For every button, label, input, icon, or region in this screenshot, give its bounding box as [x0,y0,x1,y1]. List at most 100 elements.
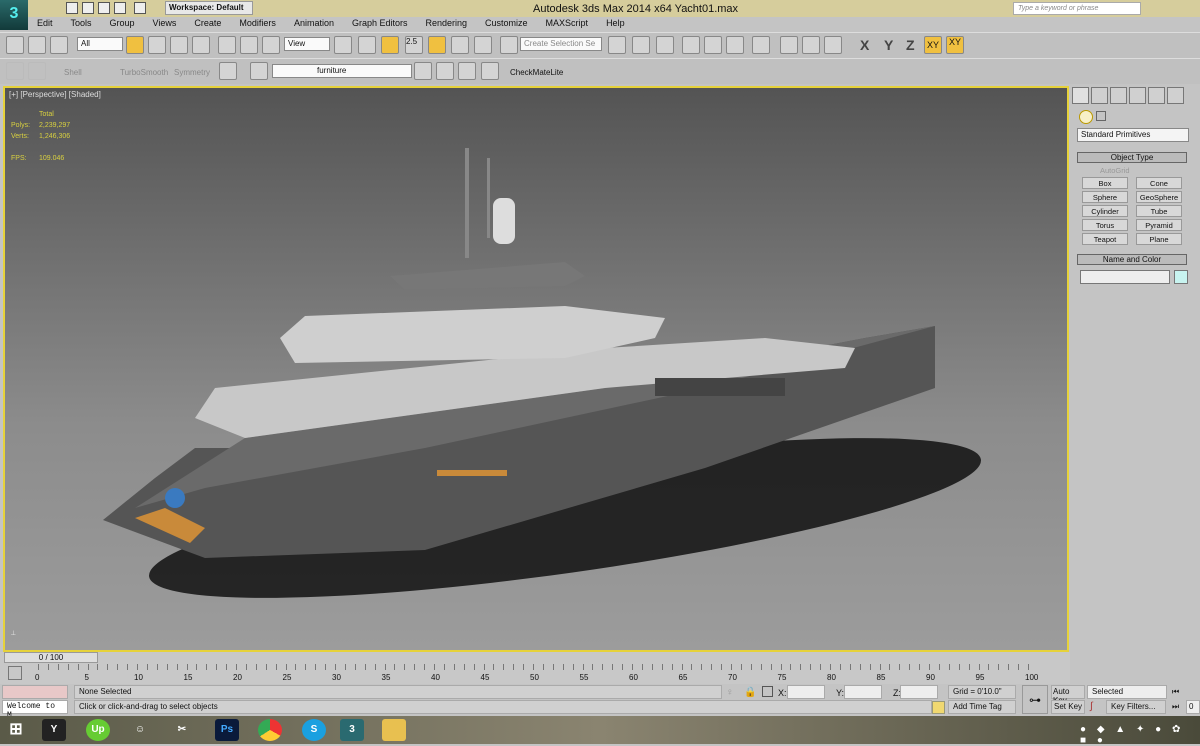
default-tangent-icon[interactable]: ∫ [1090,701,1093,712]
maxscript-listener-input[interactable]: Welcome to M [2,700,68,720]
z-coordinate-input[interactable] [900,685,938,699]
yacht-model[interactable] [5,88,1067,650]
maxscript-listener-output[interactable] [2,685,68,699]
modifier-icon[interactable] [6,62,24,80]
auto-key-button[interactable]: Auto Key [1051,685,1085,705]
app-icon-2[interactable]: ☺ [128,719,152,741]
link-icon[interactable] [6,36,24,54]
menu-help[interactable]: Help [597,17,634,31]
motion-tab-icon[interactable] [1129,87,1146,104]
add-to-layer-icon[interactable] [436,62,454,80]
bind-spacewarp-icon[interactable] [50,36,68,54]
add-time-tag-button[interactable]: Add Time Tag [948,700,1016,714]
cone-button[interactable]: Cone [1136,177,1182,189]
unlink-icon[interactable] [28,36,46,54]
cylinder-button[interactable]: Cylinder [1082,205,1128,217]
menu-views[interactable]: Views [144,17,186,31]
turbosmooth-button[interactable]: TurboSmooth [120,68,168,77]
object-color-swatch[interactable] [1174,270,1188,284]
checkmate-button[interactable]: CheckMateLite [510,68,563,77]
workspace-dropdown[interactable]: Workspace: Default [165,1,253,15]
axis-x-button[interactable]: X [860,37,869,53]
window-crossing-icon[interactable] [192,36,210,54]
time-tag-icon[interactable] [932,701,945,714]
sphere-button[interactable]: Sphere [1082,191,1128,203]
menu-create[interactable]: Create [185,17,230,31]
angle-snap-icon[interactable] [428,36,446,54]
tube-button[interactable]: Tube [1136,205,1182,217]
axis-xy-button[interactable]: XY [924,36,942,54]
schematic-view-icon[interactable] [726,36,744,54]
set-key-icon[interactable]: ⊶ [1022,685,1048,714]
geosphere-button[interactable]: GeoSphere [1136,191,1182,203]
track-bar[interactable]: 0 5 10 15 20 25 30 35 40 45 50 55 60 65 70 75 80 85 90 95 10… [0,664,1070,684]
category-dropdown[interactable]: Standard Primitives [1077,128,1189,142]
rendered-frame-window-icon[interactable] [802,36,820,54]
move-icon[interactable] [218,36,236,54]
render-production-icon[interactable] [824,36,842,54]
selection-filter-dropdown[interactable]: All [77,37,123,51]
isolate-icon[interactable]: ♀ [726,687,734,698]
current-frame-input[interactable]: 0 [1186,700,1200,714]
snaps-toggle-icon[interactable]: 2.5 [405,36,423,54]
modifier-2-icon[interactable] [28,62,46,80]
named-selection-dropdown[interactable]: Create Selection Se [520,37,602,51]
pyramid-button[interactable]: Pyramid [1136,219,1182,231]
menu-edit[interactable]: Edit [28,17,62,31]
spinner-snap-icon[interactable] [474,36,492,54]
autogrid-checkbox[interactable]: AutoGrid [1100,166,1130,175]
new-file-icon[interactable] [66,2,78,14]
app-icon[interactable]: Y [42,719,66,741]
menu-animation[interactable]: Animation [285,17,343,31]
mini-curve-editor-icon[interactable] [8,666,22,680]
key-mode-toggle-icon[interactable]: ⏭ [1172,702,1179,712]
scale-icon[interactable] [262,36,280,54]
lock-icon[interactable]: 🔒 [744,687,756,698]
reference-coordinate-dropdown[interactable]: View [284,37,330,51]
menu-modifiers[interactable]: Modifiers [230,17,285,31]
windows-start-icon[interactable]: ⊞ [4,719,28,741]
material-editor-icon[interactable] [752,36,770,54]
redo-icon[interactable] [134,2,146,14]
axis-y-button[interactable]: Y [884,37,893,53]
layer-manager-icon[interactable] [656,36,674,54]
search-input[interactable]: Type a keyword or phrase [1013,2,1141,15]
skype-icon[interactable]: S [302,719,326,741]
time-slider[interactable]: 0 / 100 [0,652,1070,664]
object-type-rollout[interactable]: Object Type [1077,152,1187,163]
snipping-tool-icon[interactable]: ✂ [170,719,194,741]
save-icon[interactable] [98,2,110,14]
shell-button[interactable]: Shell [64,68,82,77]
teapot-icon[interactable] [219,62,237,80]
upwork-icon[interactable]: Up [86,719,110,741]
teapot-button[interactable]: Teapot [1082,233,1128,245]
geometry-icon[interactable] [1079,110,1093,124]
name-and-color-rollout[interactable]: Name and Color [1077,254,1187,265]
create-tab-icon[interactable] [1072,87,1089,104]
3ds-max-taskbar-icon[interactable]: 3 [340,719,364,741]
menu-maxscript[interactable]: MAXScript [537,17,598,31]
object-name-input[interactable] [1080,270,1170,284]
layer-icon[interactable] [250,62,268,80]
keyboard-shortcut-override-icon[interactable] [381,36,399,54]
plane-button[interactable]: Plane [1136,233,1182,245]
y-coordinate-input[interactable] [844,685,882,699]
perspective-viewport[interactable]: [+] [Perspective] [Shaded] Total Polys: … [3,86,1069,652]
undo-icon[interactable] [114,2,126,14]
select-object-icon[interactable] [126,36,144,54]
graphite-tools-icon[interactable] [682,36,700,54]
time-slider-thumb[interactable]: 0 / 100 [4,652,98,663]
file-explorer-icon[interactable] [382,719,406,741]
mirror-icon[interactable] [608,36,626,54]
key-filters-button[interactable]: Key Filters... [1106,700,1166,714]
menu-tools[interactable]: Tools [62,17,101,31]
align-icon[interactable] [632,36,650,54]
absolute-mode-icon[interactable] [762,686,773,697]
open-file-icon[interactable] [82,2,94,14]
menu-group[interactable]: Group [101,17,144,31]
photoshop-icon[interactable]: Ps [215,719,239,741]
app-logo-button[interactable]: 3 [0,0,28,30]
edit-named-selection-icon[interactable] [500,36,518,54]
layer-dropdown[interactable]: furniture [272,64,412,78]
create-layer-icon[interactable] [414,62,432,80]
